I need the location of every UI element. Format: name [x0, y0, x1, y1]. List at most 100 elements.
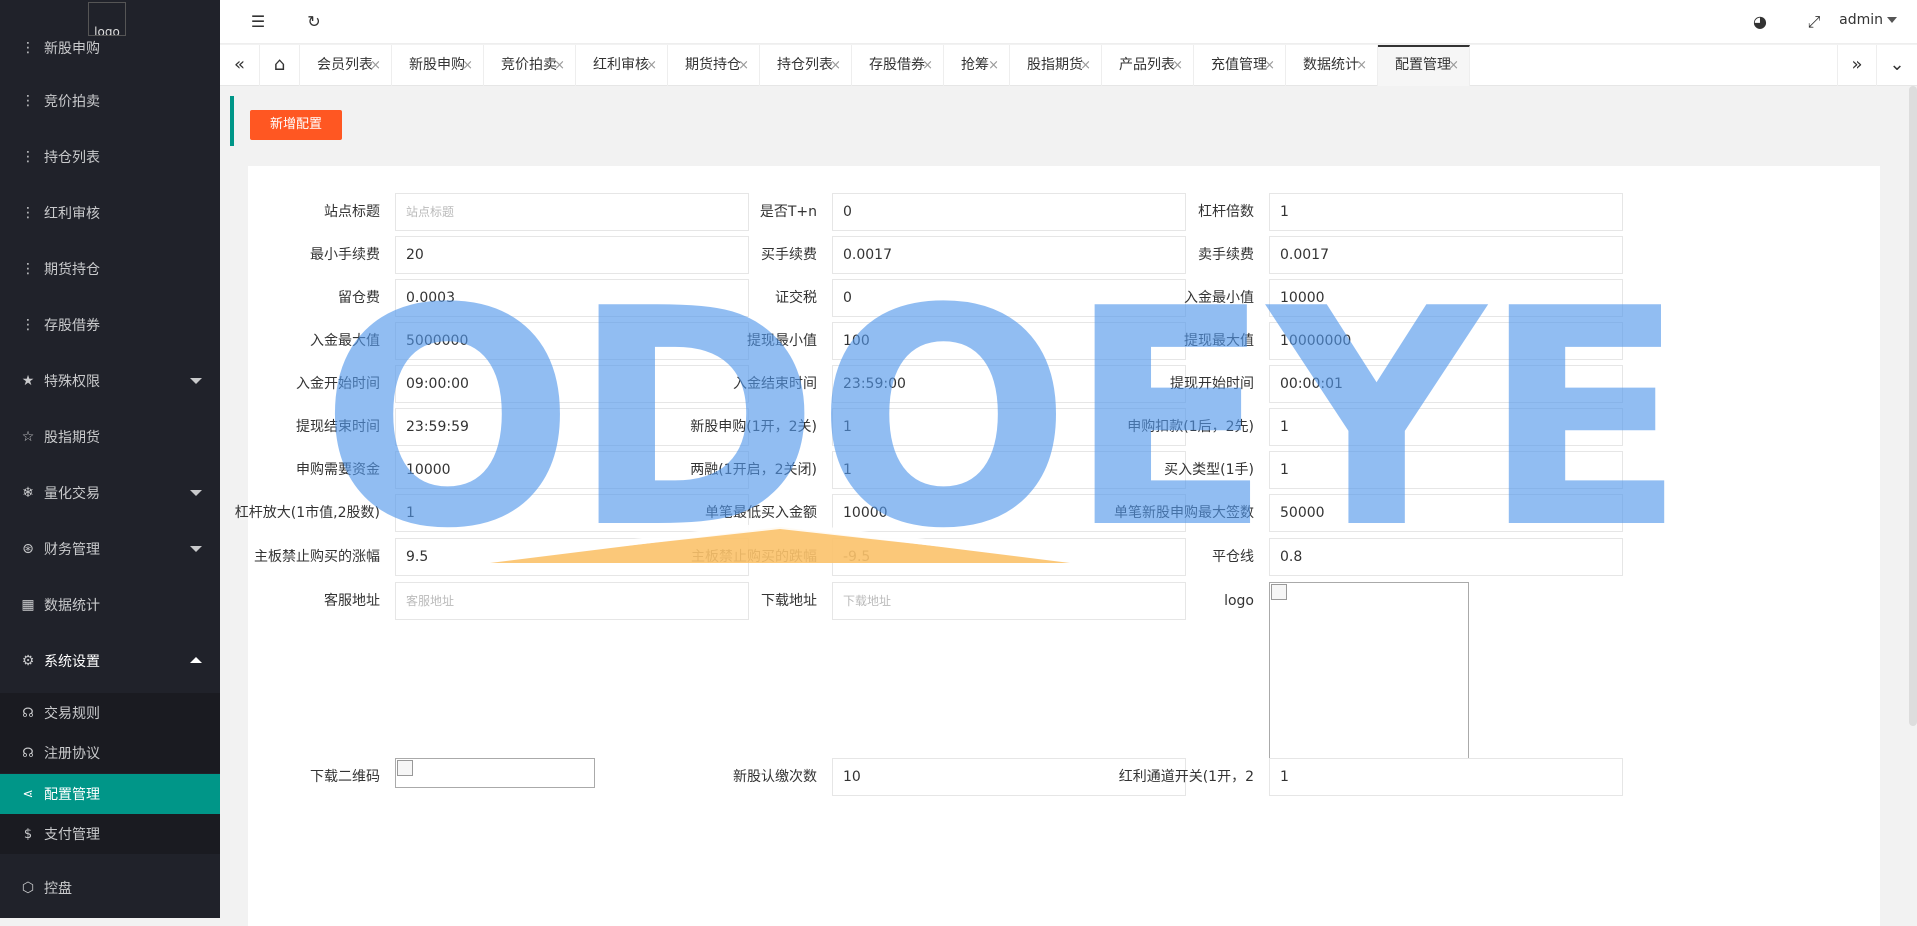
close-icon[interactable]: ×	[462, 45, 473, 86]
sidebar-item-index-futures[interactable]: ☆ 股指期货	[0, 409, 220, 465]
sidebar-item-dividend[interactable]: ⋮ 红利审核	[0, 185, 220, 241]
tab-products[interactable]: 产品列表 ×	[1102, 45, 1194, 86]
add-config-button[interactable]: 新增配置	[250, 110, 342, 140]
field-label: 红利通道开关(1开，2	[1118, 769, 1254, 785]
config-form-card: 站点标题 是否T+n 杠杆倍数最小手续费 买手续费 卖手续费留仓费 证交税 入金最小值入金最…	[235, 166, 1880, 926]
sidebar-item-positions[interactable]: ⋮ 持仓列表	[0, 129, 220, 185]
tab-label: 数据统计	[1303, 57, 1359, 73]
dots-icon: ⋮	[21, 93, 35, 109]
sidebar-item-futures[interactable]: ⋮ 期货持仓	[0, 241, 220, 297]
scrollbar[interactable]	[1909, 86, 1917, 726]
field-label: 证交税	[775, 290, 817, 306]
sidebar-item-stats[interactable]: ▦ 数据统计	[0, 577, 220, 633]
menu-toggle-icon[interactable]: ☰	[246, 10, 270, 34]
tab-label: 会员列表	[317, 57, 373, 73]
qrcode-upload-preview[interactable]	[395, 758, 595, 788]
sidebar-item-auction[interactable]: ⋮ 竞价拍卖	[0, 73, 220, 129]
close-icon[interactable]: ×	[554, 45, 565, 86]
close-icon[interactable]: ×	[830, 45, 841, 86]
tab-dividend[interactable]: 红利审核 ×	[576, 45, 668, 86]
sidebar-item-special[interactable]: ★ 特殊权限	[0, 353, 220, 409]
tab-label: 抢筹	[961, 57, 989, 73]
tab-stats[interactable]: 数据统计 ×	[1286, 45, 1378, 86]
close-icon[interactable]: ×	[922, 45, 933, 86]
sidebar-item-label: 持仓列表	[44, 150, 100, 166]
sidebar-item-label: 系统设置	[44, 654, 100, 670]
sidebar-item-label: 特殊权限	[44, 374, 100, 390]
field-input[interactable]	[1269, 538, 1623, 576]
sidebar-subitem-label: 支付管理	[44, 827, 100, 843]
field-label: 是否T+n	[759, 204, 817, 220]
sidebar-item-quant[interactable]: ❄ 量化交易	[0, 465, 220, 521]
finance-icon: ⊛	[22, 541, 34, 557]
top-header: ☰ ↻ ◕ ⤢ admin	[220, 0, 1917, 44]
field-label: 平仓线	[1212, 549, 1254, 565]
sidebar-item-label: 控盘	[44, 881, 72, 897]
field-label: 入金开始时间	[296, 376, 380, 392]
tabs-menu-chevron-icon[interactable]: ⌄	[1877, 45, 1917, 86]
dots-icon: ⋮	[21, 40, 35, 56]
sidebar-subitem-agreement[interactable]: ☊ 注册协议	[0, 733, 220, 773]
tab-positions[interactable]: 持仓列表 ×	[760, 45, 852, 86]
tab-bar: « ⌂ 会员列表 × 新股申购 × 竞价拍卖 × 红利审核 × 期货持仓 × 持仓列表 × …	[220, 45, 1917, 86]
field-input[interactable]	[1269, 322, 1623, 360]
field-input[interactable]	[1269, 279, 1623, 317]
close-icon[interactable]: ×	[988, 45, 999, 86]
logo-upload-preview[interactable]	[1269, 582, 1469, 782]
tab-index-futures[interactable]: 股指期货 ×	[1010, 45, 1102, 86]
field-input[interactable]	[1269, 758, 1623, 796]
close-icon[interactable]: ×	[370, 45, 381, 86]
close-icon[interactable]: ×	[1172, 45, 1183, 86]
tab-members[interactable]: 会员列表 ×	[300, 45, 392, 86]
tab-lending[interactable]: 存股借券 ×	[852, 45, 944, 86]
sidebar-item-finance[interactable]: ⊛ 财务管理	[0, 521, 220, 577]
sidebar-item-label: 数据统计	[44, 598, 100, 614]
field-input[interactable]	[1269, 193, 1623, 231]
sidebar-item-label: 存股借券	[44, 318, 100, 334]
fullscreen-icon[interactable]: ⤢	[1802, 10, 1826, 34]
tabs-scroll-right-icon[interactable]: »	[1837, 45, 1877, 86]
field-label: 客服地址	[324, 593, 380, 609]
field-label: 两融(1开启，2关闭)	[690, 462, 817, 478]
tab-label: 产品列表	[1119, 57, 1175, 73]
field-label: 提现最小值	[747, 333, 817, 349]
headset-icon: ☊	[22, 745, 34, 761]
field-input[interactable]	[1269, 236, 1623, 274]
field-input[interactable]	[1269, 365, 1623, 403]
tab-config[interactable]: 配置管理 ×	[1378, 45, 1470, 86]
close-icon[interactable]: ×	[738, 45, 749, 86]
field-input[interactable]	[1269, 451, 1623, 489]
sidebar-subitem-payment[interactable]: $ 支付管理	[0, 814, 220, 854]
sidebar-item-ipo[interactable]: ⋮ 新股申购	[0, 20, 220, 76]
user-menu[interactable]: admin	[1839, 12, 1897, 28]
sidebar-subitem-config[interactable]: ⋖ 配置管理	[0, 774, 220, 814]
field-input[interactable]	[1269, 494, 1623, 532]
close-icon[interactable]: ×	[1448, 47, 1459, 84]
theme-icon[interactable]: ◕	[1748, 10, 1772, 34]
field-label: 下载二维码	[310, 769, 380, 785]
sidebar-item-control[interactable]: ⬡ 控盘	[0, 860, 220, 916]
sidebar-subitem-label: 交易规则	[44, 706, 100, 722]
sidebar-item-system[interactable]: ⚙ 系统设置	[0, 633, 220, 689]
home-icon[interactable]: ⌂	[260, 45, 300, 86]
field-input[interactable]	[1269, 408, 1623, 446]
field-label: 买入类型(1手)	[1164, 462, 1254, 478]
close-icon[interactable]: ×	[646, 45, 657, 86]
tab-label: 红利审核	[593, 57, 649, 73]
tab-recharge[interactable]: 充值管理 ×	[1194, 45, 1286, 86]
close-icon[interactable]: ×	[1080, 45, 1091, 86]
sidebar-item-lending[interactable]: ⋮ 存股借券	[0, 297, 220, 353]
sidebar-subitem-trade-rules[interactable]: ☊ 交易规则	[0, 693, 220, 733]
tabs-scroll-left-icon[interactable]: «	[220, 45, 260, 86]
close-icon[interactable]: ×	[1356, 45, 1367, 86]
calendar-icon: ▦	[21, 597, 35, 613]
refresh-icon[interactable]: ↻	[302, 10, 326, 34]
field-label: 入金最大值	[310, 333, 380, 349]
tab-auction[interactable]: 竞价拍卖 ×	[484, 45, 576, 86]
broken-image-icon	[397, 760, 413, 776]
close-icon[interactable]: ×	[1264, 45, 1275, 86]
tab-ipo[interactable]: 新股申购 ×	[392, 45, 484, 86]
tab-futures[interactable]: 期货持仓 ×	[668, 45, 760, 86]
tab-grab[interactable]: 抢筹 ×	[944, 45, 1010, 86]
field-label: 提现结束时间	[296, 419, 380, 435]
